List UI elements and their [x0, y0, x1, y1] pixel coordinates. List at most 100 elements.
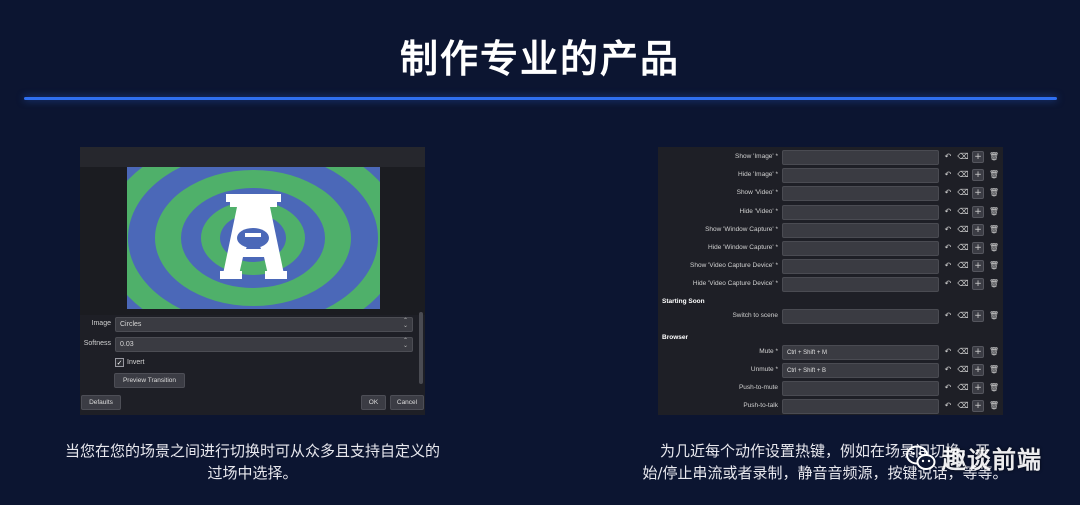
hotkey-label: Unmute *	[750, 366, 778, 373]
add-icon[interactable]: +	[972, 223, 984, 236]
hotkey-label: Show 'Image' *	[735, 153, 778, 160]
image-select[interactable]: Circles ⌃ ⌄	[115, 317, 413, 332]
revert-icon[interactable]: ↶	[942, 187, 954, 199]
trash-icon[interactable]: 🗑	[988, 151, 1000, 163]
hotkey-input[interactable]	[782, 222, 939, 238]
hotkey-row: Show 'Image' * ↶ ⌫ + 🗑	[658, 148, 1003, 166]
hotkey-row: Push-to-mute ↶ ⌫ + 🗑	[658, 379, 1003, 397]
hotkey-section-title: Browser	[662, 333, 689, 341]
trash-icon[interactable]: 🗑	[988, 224, 1000, 236]
revert-icon[interactable]: ↶	[942, 224, 954, 236]
clear-icon[interactable]: ⌫	[957, 206, 969, 218]
clear-icon[interactable]: ⌫	[957, 364, 969, 376]
trash-icon[interactable]: 🗑	[988, 382, 1000, 394]
hotkey-label: Show 'Video' *	[736, 189, 778, 197]
hotkey-input[interactable]	[782, 277, 939, 293]
hotkey-row: Push-to-talk ↶ ⌫ + 🗑	[658, 397, 1003, 415]
add-icon[interactable]: +	[972, 169, 984, 182]
settings-scrollbar[interactable]	[419, 312, 423, 384]
hotkey-input[interactable]	[782, 308, 939, 324]
clear-icon[interactable]: ⌫	[957, 224, 969, 236]
add-icon[interactable]: +	[972, 364, 984, 376]
hotkey-input[interactable]	[782, 381, 939, 397]
hotkey-input[interactable]	[782, 186, 939, 202]
trash-icon[interactable]: 🗑	[988, 206, 1000, 218]
hotkey-row: Hide 'Video Capture Device' * ↶ ⌫ + 🗑	[658, 275, 1003, 293]
invert-checkbox[interactable]: ✓	[115, 358, 124, 367]
clear-icon[interactable]: ⌫	[957, 382, 969, 394]
hotkey-section-title: Starting Soon	[662, 297, 705, 305]
hotkey-input[interactable]	[782, 241, 939, 256]
hotkey-label: Hide 'Window Capture' *	[707, 244, 778, 251]
hotkey-input[interactable]	[782, 259, 939, 275]
revert-icon[interactable]: ↶	[942, 400, 954, 412]
add-icon[interactable]: +	[972, 382, 984, 395]
ok-button[interactable]: OK	[361, 395, 386, 410]
hotkey-row: Show 'Video Capture Device' * ↶ ⌫ + 🗑	[658, 257, 1003, 275]
hotkey-row: Show 'Window Capture' * ↶ ⌫ + 🗑	[658, 221, 1003, 239]
page-title: 制作专业的产品	[399, 37, 680, 81]
hotkey-label: Hide 'Image' *	[737, 171, 778, 179]
add-icon[interactable]: +	[972, 278, 984, 291]
hotkey-row: Unmute * Ctrl + Shift + B ↶ ⌫ + 🗑	[658, 361, 1003, 379]
hotkey-input[interactable]	[782, 204, 939, 220]
trash-icon[interactable]: 🗑	[988, 242, 1000, 254]
trash-icon[interactable]: 🗑	[988, 187, 1000, 199]
revert-icon[interactable]: ↶	[942, 242, 954, 254]
left-caption-line1: 当您在您的场景之间进行切换时可从众多且支持自定义的	[64, 442, 440, 460]
trash-icon[interactable]: 🗑	[988, 169, 1000, 181]
hotkey-label: Show 'Video Capture Device' *	[690, 262, 778, 270]
clear-icon[interactable]: ⌫	[957, 346, 969, 358]
hotkey-input[interactable]	[782, 150, 939, 165]
softness-label: Softness	[83, 340, 111, 347]
clear-icon[interactable]: ⌫	[957, 151, 969, 163]
revert-icon[interactable]: ↶	[942, 151, 954, 163]
title-underline	[24, 97, 1057, 100]
add-icon[interactable]: +	[972, 187, 984, 200]
revert-icon[interactable]: ↶	[942, 310, 954, 322]
hotkey-input[interactable]: Ctrl + Shift + B	[782, 363, 939, 378]
add-icon[interactable]: +	[972, 309, 984, 322]
trash-icon[interactable]: 🗑	[988, 400, 1000, 412]
trash-icon[interactable]: 🗑	[988, 364, 1000, 376]
revert-icon[interactable]: ↶	[942, 206, 954, 218]
trash-icon[interactable]: 🗑	[988, 260, 1000, 272]
revert-icon[interactable]: ↶	[942, 382, 954, 394]
preview-transition-button[interactable]: Preview Transition	[114, 373, 185, 388]
circles-transition-graphic	[127, 167, 380, 309]
hotkey-row: Hide 'Image' * ↶ ⌫ + 🗑	[658, 166, 1003, 184]
hotkey-row: Show 'Video' * ↶ ⌫ + 🗑	[658, 184, 1003, 202]
hotkey-row: Hide 'Window Capture' * ↶ ⌫ + 🗑	[658, 239, 1003, 257]
add-icon[interactable]: +	[972, 260, 984, 273]
hotkey-row: Switch to scene ↶ ⌫ + 🗑	[658, 307, 1003, 325]
add-icon[interactable]: +	[972, 242, 984, 254]
add-icon[interactable]: +	[972, 151, 984, 163]
softness-spinbox[interactable]: 0.03 ⌃ ⌄	[115, 337, 413, 352]
revert-icon[interactable]: ↶	[942, 278, 954, 290]
trash-icon[interactable]: 🗑	[988, 278, 1000, 290]
hotkey-input[interactable]: Ctrl + Shift + M	[782, 344, 939, 360]
revert-icon[interactable]: ↶	[942, 260, 954, 272]
add-icon[interactable]: +	[972, 345, 984, 358]
revert-icon[interactable]: ↶	[942, 346, 954, 358]
clear-icon[interactable]: ⌫	[957, 400, 969, 412]
clear-icon[interactable]: ⌫	[957, 169, 969, 181]
revert-icon[interactable]: ↶	[942, 364, 954, 376]
clear-icon[interactable]: ⌫	[957, 242, 969, 254]
trash-icon[interactable]: 🗑	[988, 310, 1000, 322]
defaults-button[interactable]: Defaults	[81, 395, 121, 410]
hotkey-input[interactable]	[782, 168, 939, 184]
trash-icon[interactable]: 🗑	[988, 346, 1000, 358]
clear-icon[interactable]: ⌫	[957, 260, 969, 272]
transition-preview-canvas	[127, 167, 380, 309]
cancel-button[interactable]: Cancel	[390, 395, 424, 410]
hotkey-row: Mute * Ctrl + Shift + M ↶ ⌫ + 🗑	[658, 343, 1003, 361]
select-arrows-icon: ⌃ ⌄	[402, 318, 408, 329]
clear-icon[interactable]: ⌫	[957, 310, 969, 322]
hotkey-input[interactable]	[782, 399, 939, 415]
revert-icon[interactable]: ↶	[942, 169, 954, 181]
clear-icon[interactable]: ⌫	[957, 278, 969, 290]
add-icon[interactable]: +	[972, 400, 984, 413]
clear-icon[interactable]: ⌫	[957, 187, 969, 199]
add-icon[interactable]: +	[972, 205, 984, 218]
